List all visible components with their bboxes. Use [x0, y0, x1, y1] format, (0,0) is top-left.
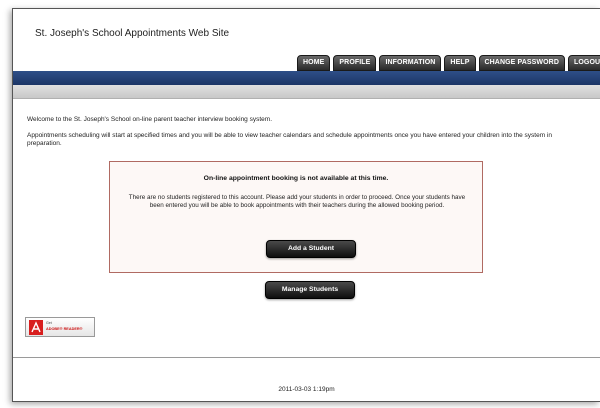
adobe-reader-label: ADOBE® READER® — [46, 327, 83, 331]
add-student-button[interactable]: Add a Student — [266, 240, 356, 258]
tab-change-password[interactable]: CHANGE PASSWORD — [478, 55, 565, 71]
adobe-reader-badge[interactable]: Get ADOBE® READER® — [25, 317, 95, 337]
footer-timestamp: 2011-03-03 1:19pm — [278, 386, 335, 393]
header: St. Joseph's School Appointments Web Sit… — [13, 9, 600, 71]
welcome-text: Welcome to the St. Joseph's School on-li… — [27, 116, 272, 123]
adobe-logo-icon — [29, 320, 43, 335]
sub-bar — [13, 85, 600, 99]
browser-page: St. Joseph's School Appointments Web Sit… — [12, 8, 600, 402]
tab-logout[interactable]: LOGOUT — [567, 55, 600, 71]
tab-information[interactable]: INFORMATION — [379, 55, 442, 71]
adobe-get-label: Get — [46, 321, 52, 325]
instructions-text: Appointments scheduling will start at sp… — [27, 132, 552, 147]
footer: 2011-03-03 1:19pm — [13, 358, 600, 401]
tab-help[interactable]: HELP — [444, 55, 476, 71]
tab-profile[interactable]: PROFILE — [333, 55, 377, 71]
notice-title: On-line appointment booking is not avail… — [203, 175, 389, 182]
booking-notice-box: On-line appointment booking is not avail… — [109, 161, 483, 273]
notice-body: There are no students registered to this… — [128, 194, 466, 209]
manage-students-button[interactable]: Manage Students — [265, 281, 355, 299]
site-title: St. Joseph's School Appointments Web Sit… — [35, 28, 230, 39]
nav-bar — [13, 71, 600, 85]
main-nav: HOME PROFILE INFORMATION HELP CHANGE PAS… — [297, 55, 600, 71]
tab-home[interactable]: HOME — [297, 55, 331, 71]
main-content: Welcome to the St. Joseph's School on-li… — [13, 99, 600, 357]
